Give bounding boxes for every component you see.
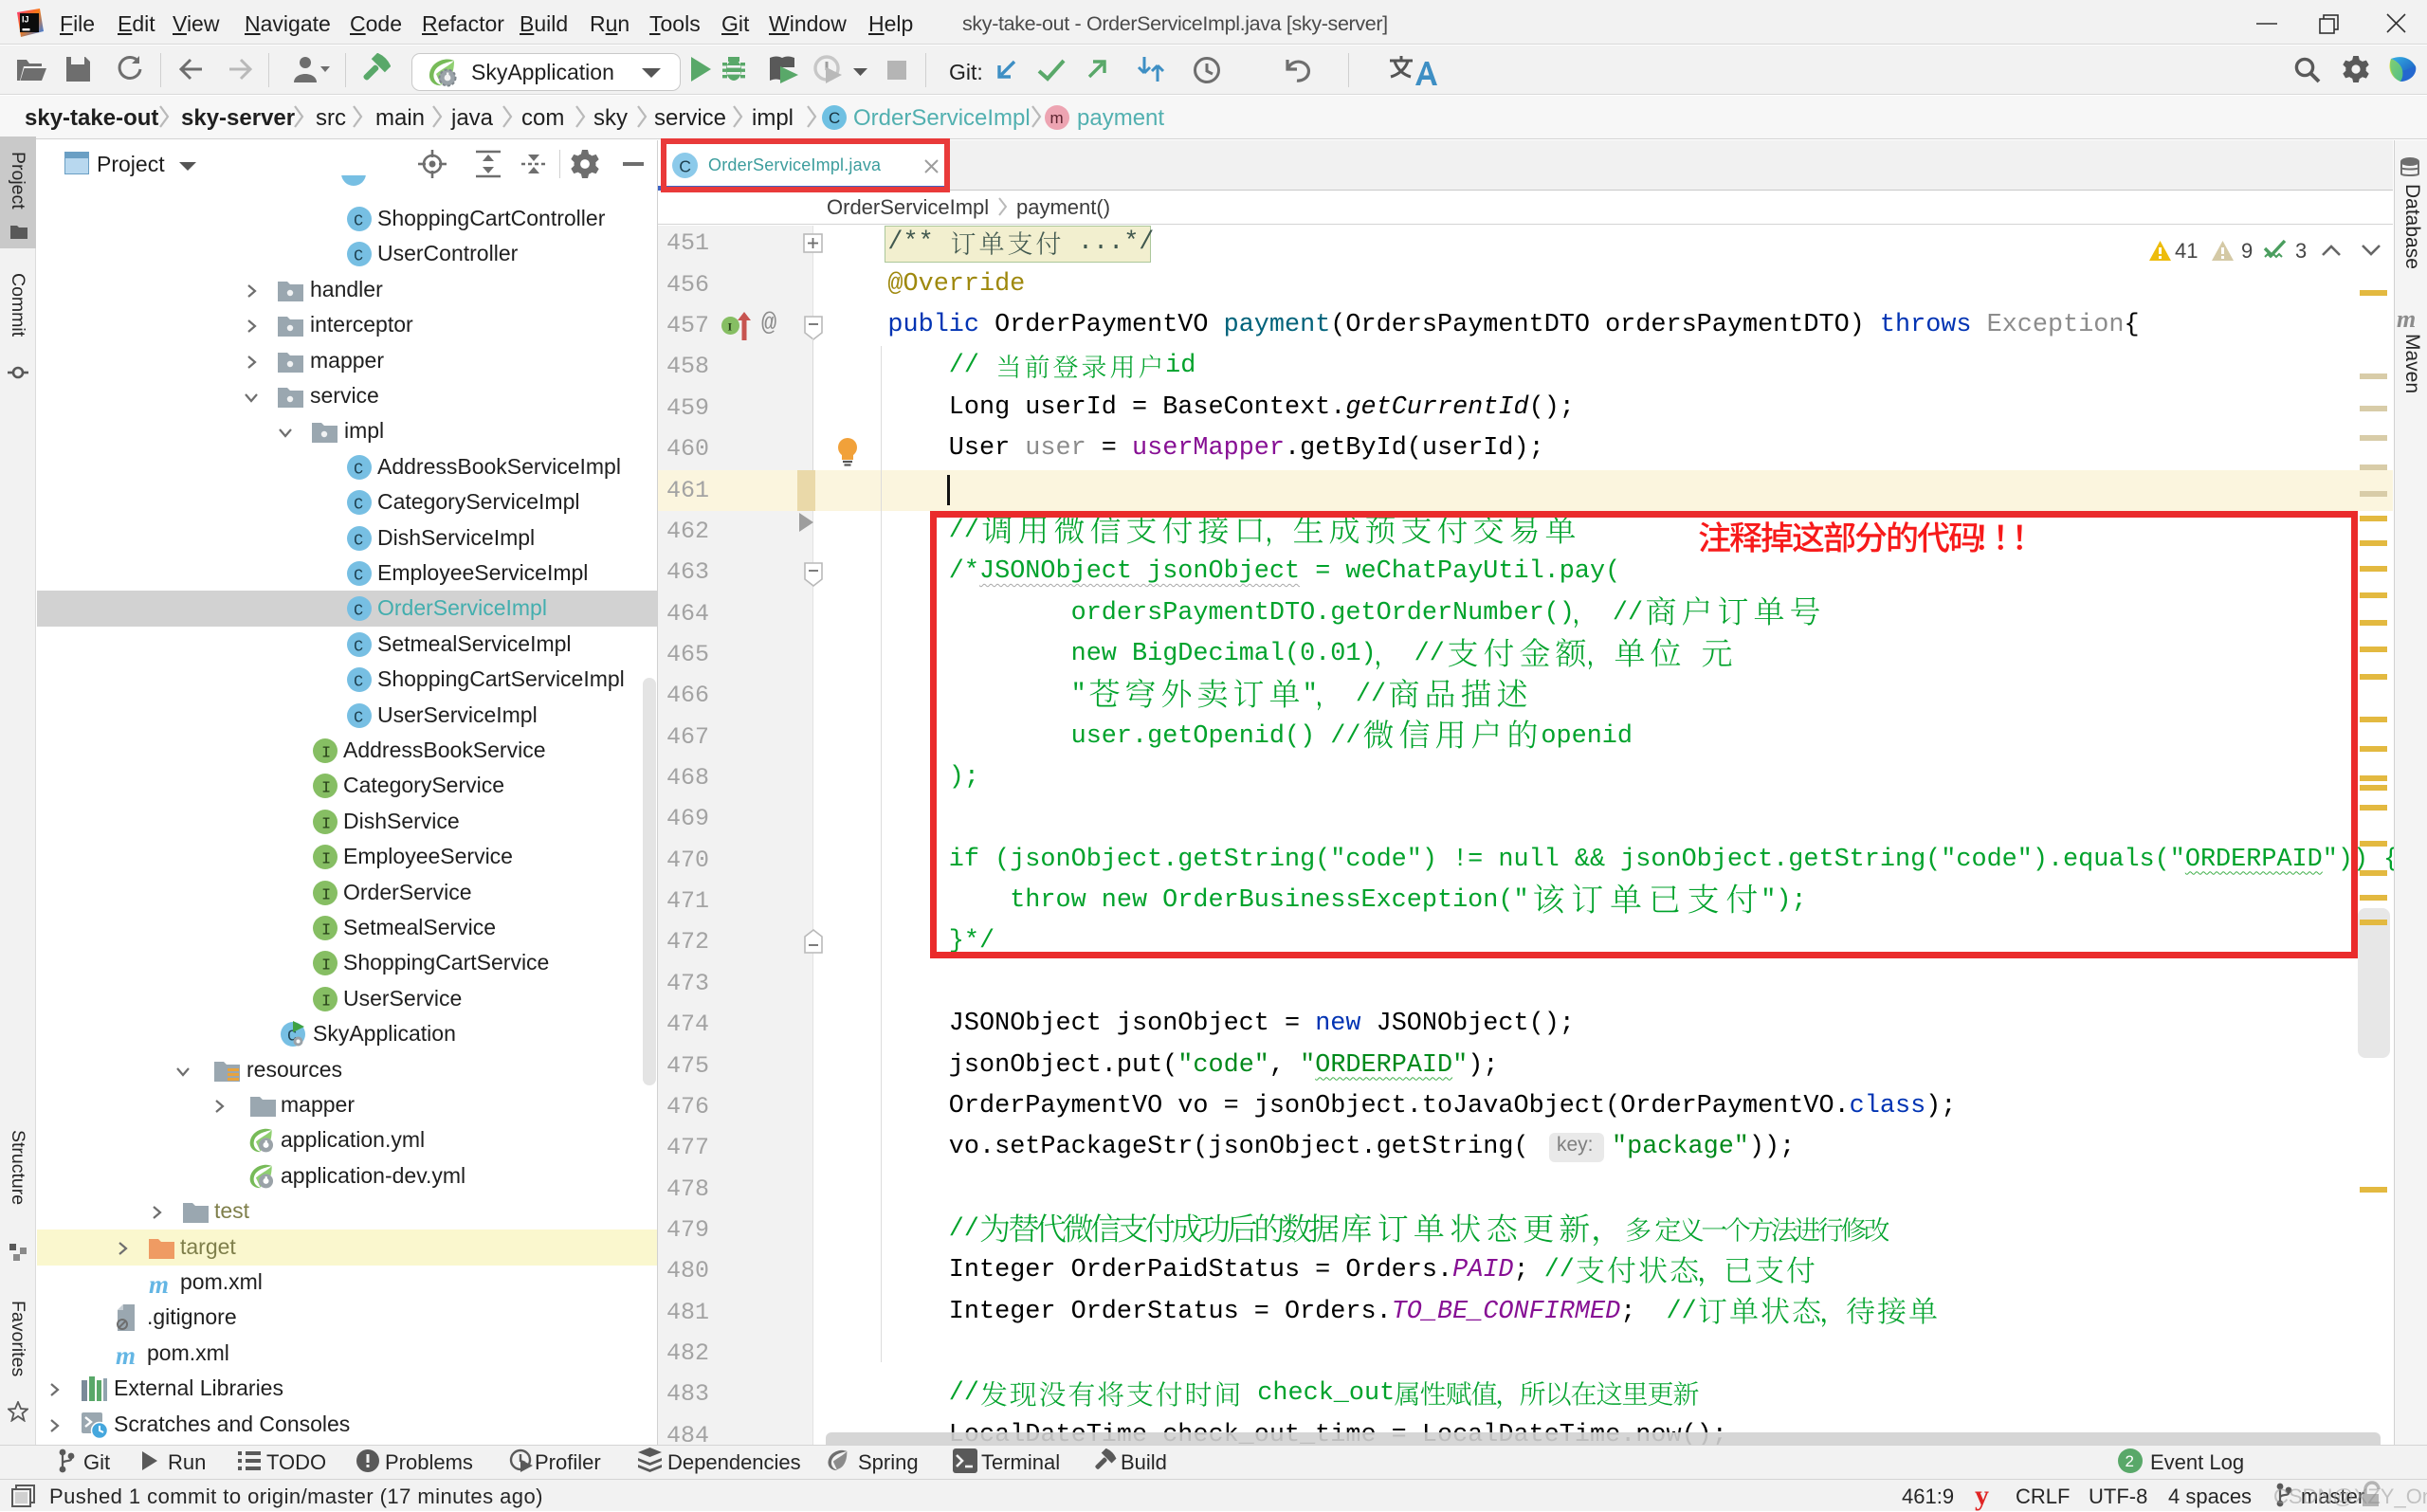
svg-text:C: C [354,603,363,621]
svg-text:I: I [321,745,331,763]
svg-text:C: C [829,109,840,127]
svg-text:C: C [354,532,363,550]
svg-text:C: C [354,248,363,266]
svg-text:I: I [728,320,733,334]
svg-text:C: C [354,674,363,692]
svg-text:C: C [354,568,363,586]
svg-text:I: I [321,993,331,1011]
svg-text:C: C [354,213,363,231]
svg-text:I: I [321,886,331,904]
svg-text:IJ: IJ [22,15,29,25]
svg-text:2: 2 [2126,1452,2134,1470]
svg-text:C: C [354,709,363,727]
svg-text:m: m [1050,109,1064,127]
svg-text:C: C [354,461,363,479]
svg-text:I: I [321,922,331,940]
svg-text:I: I [321,957,331,975]
svg-text:C: C [354,497,363,515]
svg-text:I: I [321,780,331,798]
svg-text:C: C [354,638,363,656]
svg-text:I: I [321,851,331,869]
svg-text:I: I [321,815,331,833]
